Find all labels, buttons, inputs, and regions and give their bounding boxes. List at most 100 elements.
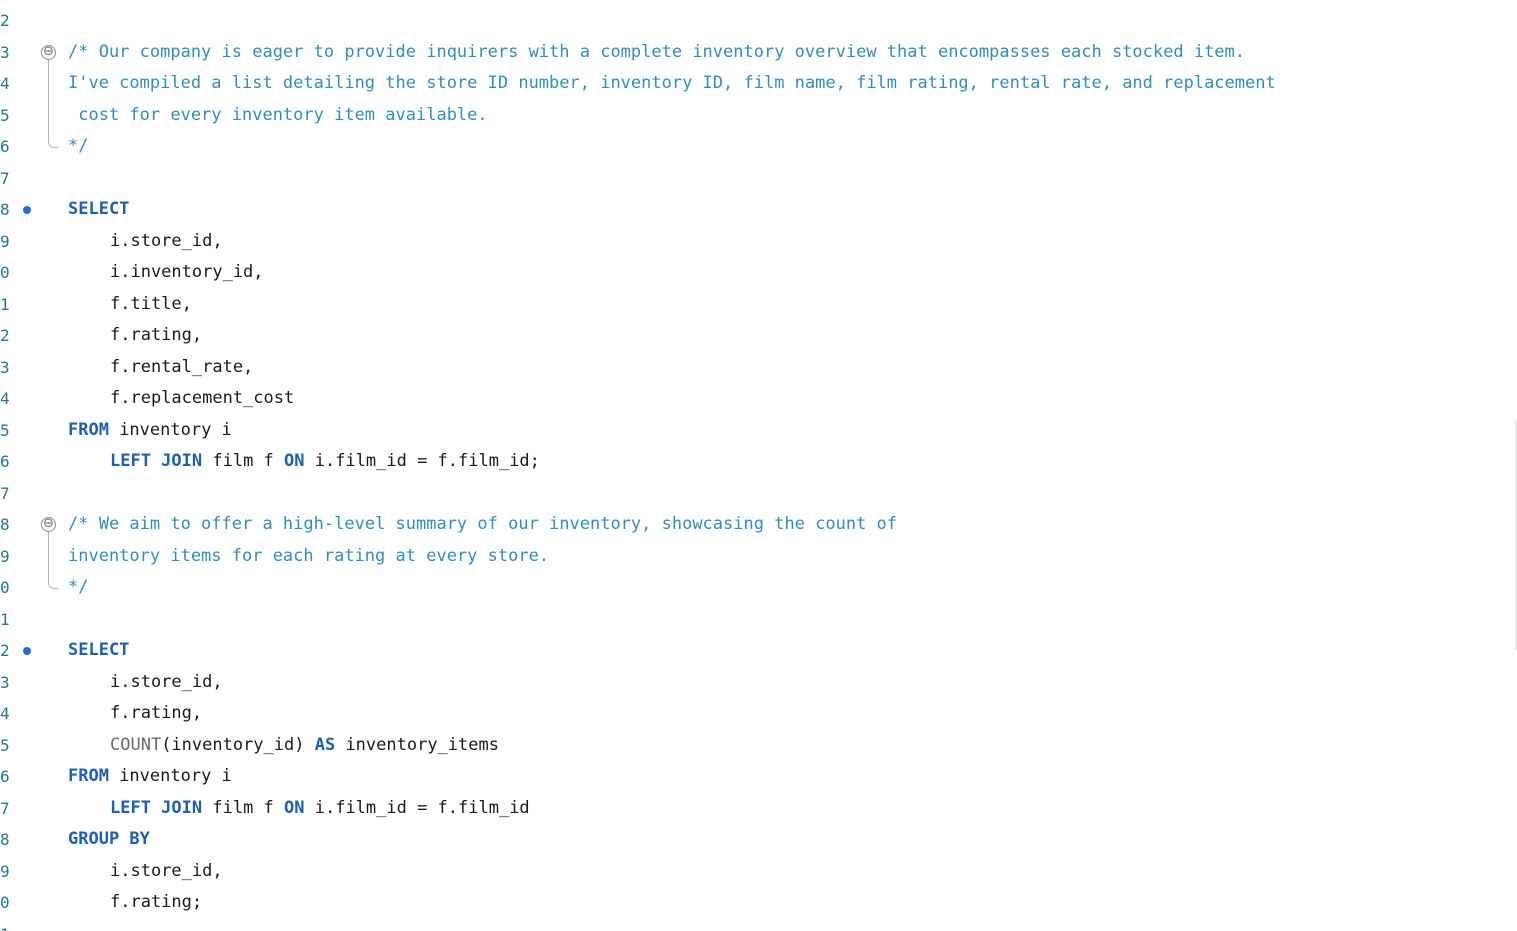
line-number: 5 bbox=[0, 105, 10, 125]
comment-end: */ bbox=[68, 136, 89, 156]
code-line[interactable]: 7 bbox=[0, 478, 1517, 510]
line-number: 7 bbox=[0, 483, 10, 503]
code-line[interactable]: 4 f.replacement_cost bbox=[0, 383, 1517, 415]
keyword-on: ON bbox=[284, 797, 305, 818]
code-line[interactable]: 2 f.rating, bbox=[0, 320, 1517, 352]
fold-guide-end bbox=[48, 137, 59, 148]
fold-collapse-icon[interactable]: ⊖ bbox=[41, 517, 56, 532]
code-line[interactable]: 9 inventory items for each rating at eve… bbox=[0, 541, 1517, 573]
fold-guide-end bbox=[48, 578, 59, 589]
keyword-select: SELECT bbox=[68, 640, 130, 660]
code-line[interactable]: 6 FROM inventory i bbox=[0, 761, 1517, 793]
keyword-select: SELECT bbox=[68, 199, 130, 219]
code-line[interactable]: 6 */ bbox=[0, 131, 1517, 163]
code-line[interactable]: 1 bbox=[0, 919, 1517, 931]
code-line[interactable]: 7 bbox=[0, 163, 1517, 195]
join-condition: i.film_id = f.film_id bbox=[304, 797, 530, 818]
code-line[interactable]: 7 LEFT JOIN film f ON i.film_id = f.film… bbox=[0, 793, 1517, 825]
line-number: 0 bbox=[0, 893, 10, 912]
column-expression: f.rental_rate, bbox=[110, 356, 254, 377]
line-number: 4 bbox=[0, 704, 10, 723]
line-number: 0 bbox=[0, 578, 10, 597]
comment-text: /* We aim to offer a high-level summary … bbox=[68, 514, 898, 534]
line-number: 2 bbox=[0, 11, 10, 30]
line-number: 3 bbox=[0, 672, 10, 692]
code-line[interactable]: 1 f.title, bbox=[0, 289, 1517, 321]
function-argument: (inventory_id) bbox=[161, 734, 315, 755]
column-expression: f.replacement_cost bbox=[110, 388, 295, 408]
fold-guide bbox=[48, 60, 49, 137]
column-expression: f.rating, bbox=[110, 325, 203, 345]
code-editor[interactable]: 2 3 ⊖ /* Our company is eager to provide… bbox=[0, 0, 1517, 931]
line-number: 9 bbox=[0, 231, 10, 251]
comment-text: /* Our company is eager to provide inqui… bbox=[68, 41, 1246, 62]
function-count: COUNT bbox=[110, 734, 162, 755]
line-number: 5 bbox=[0, 735, 10, 755]
line-number: 0 bbox=[0, 263, 10, 282]
code-line[interactable]: 5 cost for every inventory item availabl… bbox=[0, 100, 1517, 132]
line-number: 5 bbox=[0, 420, 10, 440]
code-line[interactable]: 4 I've compiled a list detailing the sto… bbox=[0, 68, 1517, 100]
line-number: 1 bbox=[0, 609, 10, 629]
code-line[interactable]: 1 bbox=[0, 604, 1517, 636]
keyword-from: FROM bbox=[68, 419, 109, 440]
code-line[interactable]: 0 */ bbox=[0, 572, 1517, 604]
from-clause: FROM inventory i bbox=[68, 761, 232, 793]
code-line[interactable]: 2 bbox=[0, 5, 1517, 37]
column-alias: inventory_items bbox=[335, 734, 499, 755]
keyword-as: AS bbox=[314, 734, 336, 755]
join-clause: LEFT JOIN film f ON i.film_id = f.film_i… bbox=[68, 793, 530, 825]
column-expression: f.rating, bbox=[110, 703, 203, 723]
code-line[interactable]: 3 f.rental_rate, bbox=[0, 352, 1517, 384]
line-number: 9 bbox=[0, 546, 10, 566]
line-number: 8 bbox=[0, 200, 10, 219]
line-number: 8 bbox=[0, 515, 10, 534]
join-table: film f bbox=[202, 451, 285, 471]
fold-guide bbox=[48, 532, 49, 578]
keyword-on: ON bbox=[284, 451, 305, 471]
code-line[interactable]: 9 i.store_id, bbox=[0, 856, 1517, 888]
code-line[interactable]: 9 i.store_id, bbox=[0, 226, 1517, 258]
join-condition: i.film_id = f.film_id; bbox=[304, 451, 540, 471]
column-expression: i.store_id, bbox=[110, 671, 223, 692]
code-line[interactable]: 3 i.store_id, bbox=[0, 667, 1517, 699]
code-line[interactable]: 4 f.rating, bbox=[0, 698, 1517, 730]
code-line[interactable]: 6 LEFT JOIN film f ON i.film_id = f.film… bbox=[0, 446, 1517, 478]
column-expression: f.title, bbox=[110, 293, 192, 314]
line-number: 6 bbox=[0, 137, 10, 156]
group-by-column: f.rating; bbox=[110, 892, 203, 912]
comment-end: */ bbox=[68, 577, 89, 597]
line-number: 9 bbox=[0, 861, 10, 881]
line-number: 3 bbox=[0, 357, 10, 377]
group-by-column: i.store_id, bbox=[110, 860, 223, 881]
code-line[interactable]: 2 SELECT bbox=[0, 635, 1517, 667]
keyword-from: FROM bbox=[68, 766, 109, 786]
aggregate-expression: COUNT(inventory_id) AS inventory_items bbox=[68, 730, 499, 762]
code-line[interactable]: 0 f.rating; bbox=[0, 887, 1517, 919]
comment-text: inventory items for each rating at every… bbox=[68, 545, 550, 566]
table-reference: inventory i bbox=[108, 419, 232, 440]
line-number: 4 bbox=[0, 389, 10, 408]
from-clause: FROM inventory i bbox=[68, 415, 232, 447]
line-number: 6 bbox=[0, 767, 10, 786]
line-number: 2 bbox=[0, 641, 10, 660]
keyword-group-by: GROUP BY bbox=[68, 829, 150, 849]
join-clause: LEFT JOIN film f ON i.film_id = f.film_i… bbox=[68, 446, 540, 478]
code-line[interactable]: 8 GROUP BY bbox=[0, 824, 1517, 856]
code-line[interactable]: 8 SELECT bbox=[0, 194, 1517, 226]
line-number: 4 bbox=[0, 74, 10, 93]
code-line[interactable]: 0 i.inventory_id, bbox=[0, 257, 1517, 289]
code-line[interactable]: 3 ⊖ /* Our company is eager to provide i… bbox=[0, 37, 1517, 69]
line-number: 8 bbox=[0, 830, 10, 849]
code-line[interactable]: 5 FROM inventory i bbox=[0, 415, 1517, 447]
fold-collapse-icon[interactable]: ⊖ bbox=[41, 44, 56, 60]
line-number: 1 bbox=[0, 919, 20, 931]
code-line[interactable]: 5 COUNT(inventory_id) AS inventory_items bbox=[0, 730, 1517, 762]
line-number: 1 bbox=[0, 294, 10, 314]
statement-marker-icon[interactable] bbox=[23, 206, 31, 214]
code-line[interactable]: 8 ⊖ /* We aim to offer a high-level summ… bbox=[0, 509, 1517, 541]
statement-marker-icon[interactable] bbox=[23, 647, 31, 655]
join-table: film f bbox=[202, 797, 285, 818]
table-reference: inventory i bbox=[108, 766, 232, 786]
line-number: 7 bbox=[0, 168, 10, 188]
